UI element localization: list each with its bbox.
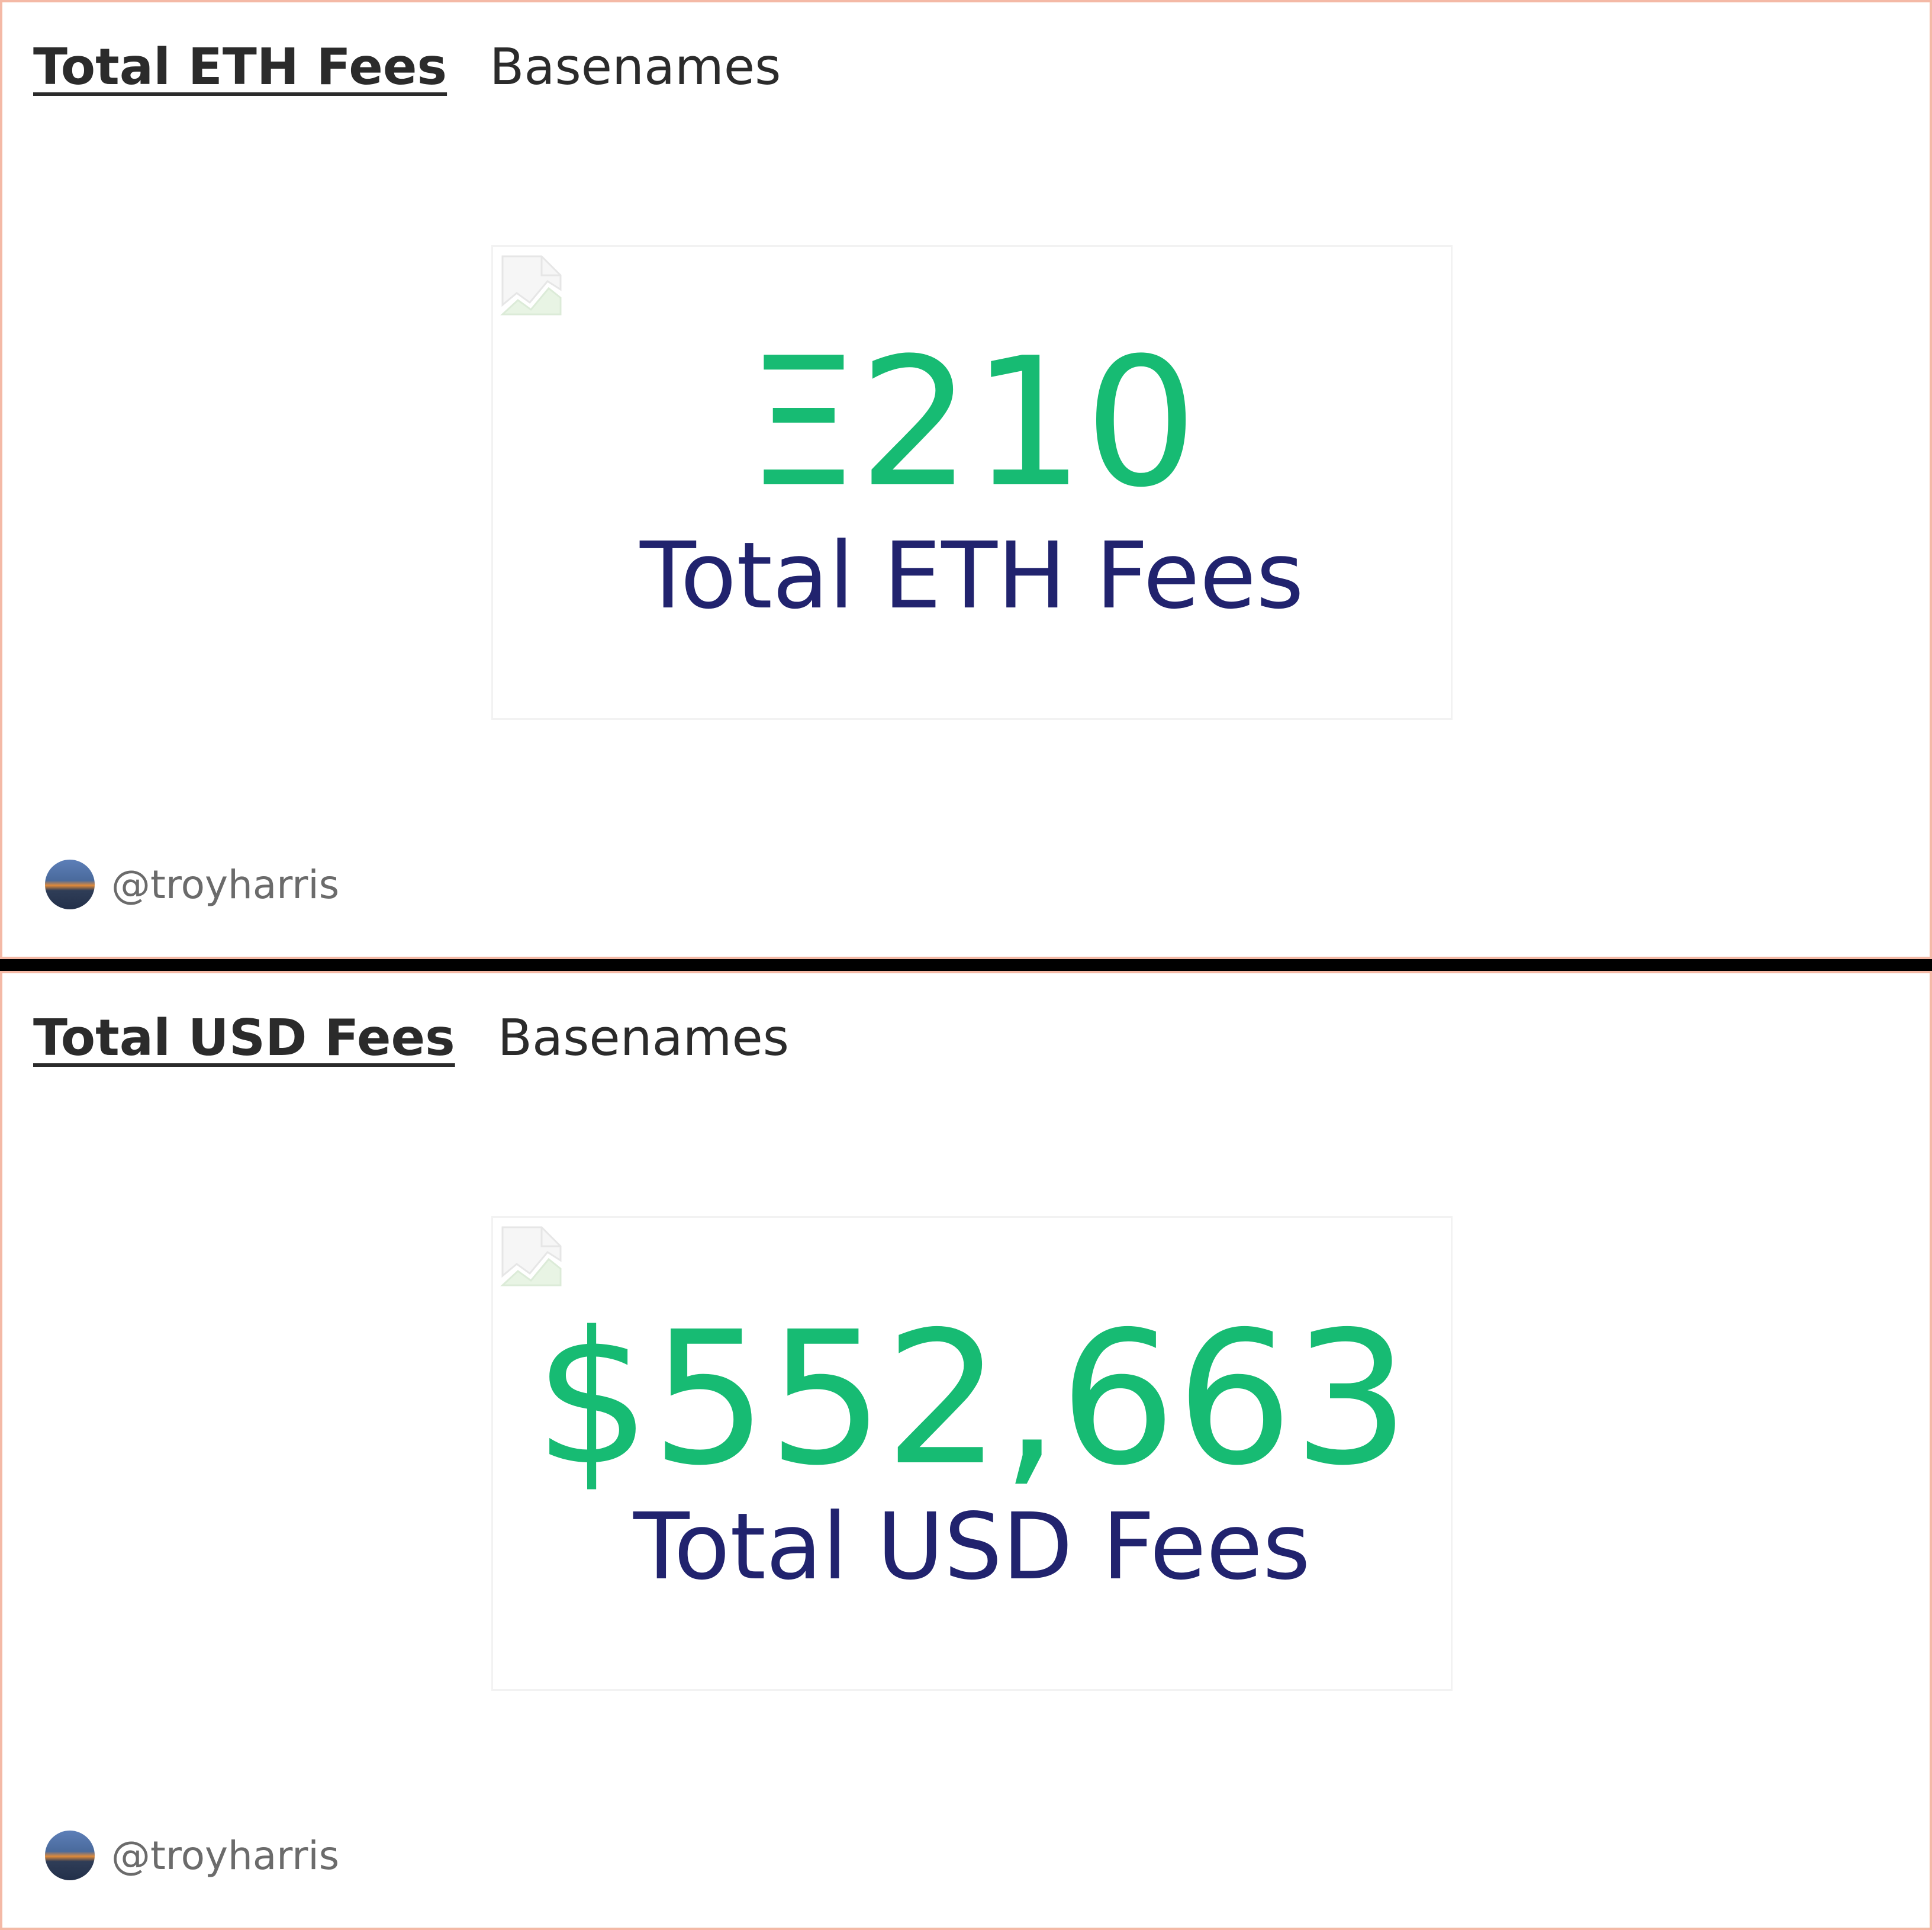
counter-label: Total USD Fees	[633, 1493, 1310, 1600]
counter-card: $552,663 Total USD Fees	[491, 1216, 1453, 1691]
avatar[interactable]	[45, 1831, 95, 1880]
widget-total-eth-fees: Total ETH Fees Basenames Ξ210 Total ETH …	[0, 0, 1932, 959]
widget-title-link[interactable]: Total USD Fees	[33, 1009, 455, 1067]
counter-value: Ξ210	[746, 320, 1198, 526]
author-name[interactable]: @troyharris	[111, 1833, 339, 1878]
widget-footer: @troyharris	[45, 1831, 339, 1880]
broken-image-icon	[500, 255, 562, 316]
counter-card: Ξ210 Total ETH Fees	[491, 245, 1453, 720]
avatar[interactable]	[45, 860, 95, 909]
widget-header: Total USD Fees Basenames	[33, 1009, 789, 1067]
widget-total-usd-fees: Total USD Fees Basenames $552,663 Total …	[0, 971, 1932, 1930]
author-name[interactable]: @troyharris	[111, 862, 339, 908]
widget-footer: @troyharris	[45, 860, 339, 909]
widget-header: Total ETH Fees Basenames	[33, 38, 781, 96]
widget-subtitle: Basenames	[490, 38, 781, 96]
widget-title-link[interactable]: Total ETH Fees	[33, 38, 447, 96]
broken-image-icon	[500, 1226, 562, 1286]
counter-label: Total ETH Fees	[640, 522, 1304, 629]
widget-subtitle: Basenames	[497, 1009, 790, 1067]
counter-value: $552,663	[534, 1292, 1410, 1506]
